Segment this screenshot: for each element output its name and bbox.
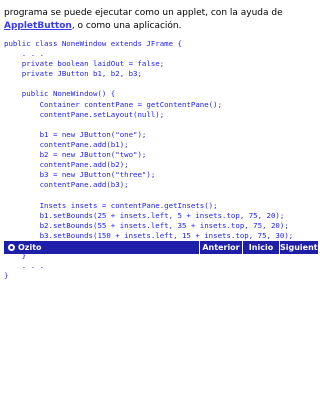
intro-paragraph: programa se puede ejecutar como un apple… — [4, 7, 316, 33]
code-line: private boolean laidOut = false; — [4, 59, 165, 69]
code-line: contentPane.add(b2); — [4, 160, 129, 170]
code-line: b1 = new JButton("one"); — [4, 129, 147, 139]
index-button[interactable]: Inicio — [243, 241, 279, 254]
code-line: contentPane.add(b3); — [4, 180, 129, 190]
code-line: b3.setBounds(150 + insets.left, 15 + ins… — [4, 230, 294, 240]
navigation-bar: Ozito Anterior Inicio Siguiente — [4, 241, 320, 254]
intro-text-end: , o como una aplicación. — [71, 21, 182, 31]
code-line: b1.setBounds(25 + insets.left, 5 + inset… — [4, 210, 285, 220]
code-line: public NoneWindow() { — [4, 89, 116, 99]
code-line: Container contentPane = getContentPane()… — [4, 99, 223, 109]
next-button[interactable]: Siguiente — [280, 241, 320, 254]
code-line: Insets insets = contentPane.getInsets(); — [4, 200, 218, 210]
code-line: . . . — [4, 49, 45, 59]
home-label: Ozito — [18, 243, 42, 252]
home-link[interactable]: Ozito — [8, 241, 42, 254]
code-line: b3 = new JButton("three"); — [4, 170, 156, 180]
code-line: . . . — [4, 261, 45, 271]
code-line: public class NoneWindow extends JFrame { — [4, 39, 182, 48]
code-line: contentPane.setLayout(null); — [4, 109, 165, 119]
code-line: } — [4, 271, 9, 281]
appletbutton-link[interactable]: AppletButton — [4, 21, 72, 31]
code-line: contentPane.add(b1); — [4, 139, 129, 149]
home-icon — [8, 244, 15, 251]
code-line: b2.setBounds(55 + insets.left, 35 + inse… — [4, 220, 289, 230]
code-line: b2 = new JButton("two"); — [4, 150, 147, 160]
code-line: private JButton b1, b2, b3; — [4, 69, 142, 79]
intro-text-start: programa se puede ejecutar como un apple… — [4, 8, 283, 18]
previous-button[interactable]: Anterior — [200, 241, 242, 254]
